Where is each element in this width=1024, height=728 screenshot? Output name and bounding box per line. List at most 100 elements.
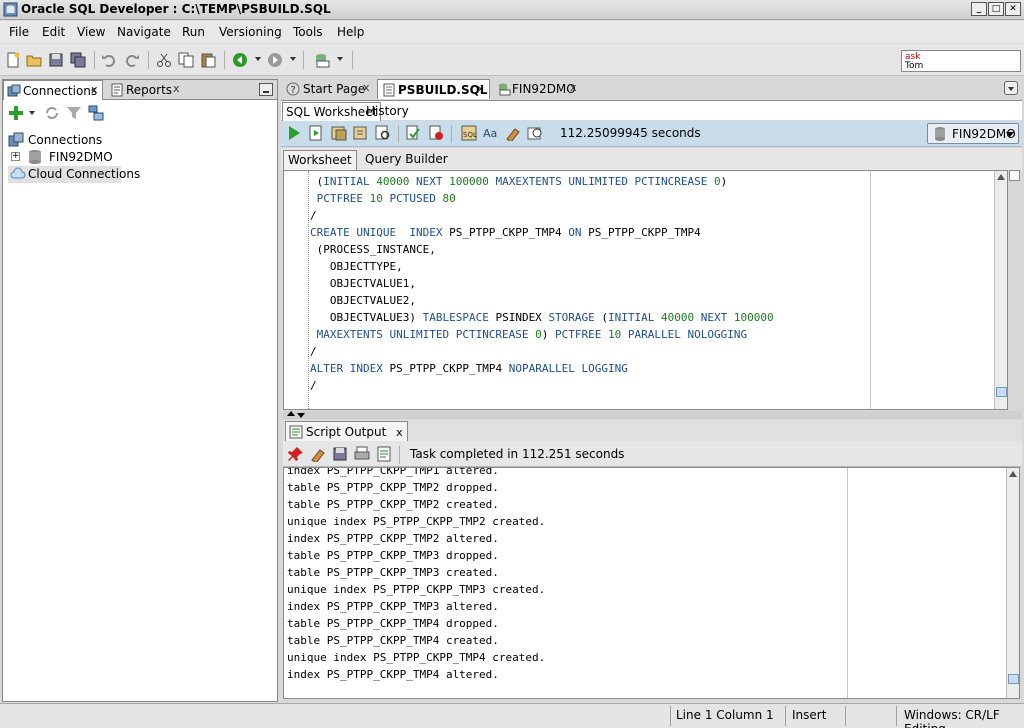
scrollbar-thumb[interactable] [996, 387, 1007, 397]
menu-tools[interactable]: Tools [293, 25, 323, 39]
to-upper-lower-icon[interactable]: Aa [483, 125, 499, 141]
sql-worksheet-icon[interactable] [314, 52, 330, 68]
tab-connections[interactable]: Connections x [3, 80, 103, 100]
sql-keyword: PCTUSED [389, 192, 436, 205]
explain-plan-icon[interactable] [353, 125, 369, 141]
sql-text: ( [310, 175, 324, 188]
tab-worksheet[interactable]: Worksheet [283, 150, 357, 170]
schema-browser-icon[interactable] [88, 105, 104, 121]
script-output-area[interactable]: index PS_PTPP_CKPP_TMP1 altered. table PS… [283, 467, 1020, 699]
maximize-button[interactable]: □ [988, 2, 1004, 16]
new-file-icon[interactable] [5, 52, 21, 68]
sql-editor[interactable]: (INITIAL 40000 NEXT 100000 MAXEXTENTS UN… [283, 170, 1008, 410]
minimize-panel-button[interactable] [259, 83, 273, 96]
status-divider [785, 706, 786, 726]
undo-icon[interactable] [101, 52, 117, 68]
search-box[interactable]: ask Tom [901, 50, 1021, 72]
filter-icon[interactable] [66, 105, 82, 121]
close-icon[interactable]: x [396, 426, 403, 439]
print-icon[interactable] [354, 446, 370, 462]
add-connection-dropdown-arrow[interactable] [29, 111, 35, 115]
sql-tuning-icon[interactable] [375, 125, 391, 141]
close-icon[interactable]: x [173, 82, 180, 95]
editor-scrollbar[interactable] [994, 171, 1007, 409]
save-output-icon[interactable] [332, 446, 348, 462]
menu-navigate[interactable]: Navigate [117, 25, 171, 39]
code-line: MAXEXTENTS UNLIMITED PCTINCREASE 0) PCTF… [310, 326, 774, 343]
scroll-up-icon[interactable] [997, 174, 1005, 180]
expand-icon[interactable]: + [11, 152, 20, 161]
run-script-icon[interactable] [308, 125, 324, 141]
close-icon[interactable]: x [363, 81, 370, 94]
chevron-down-icon[interactable] [297, 413, 305, 418]
editor-output-splitter[interactable] [283, 411, 1022, 419]
chevron-down-icon [1006, 132, 1014, 137]
redo-icon[interactable] [124, 52, 140, 68]
menu-file[interactable]: File [9, 25, 29, 39]
autotrace-icon[interactable] [331, 125, 347, 141]
sql-text: (PROCESS_INSTANCE, [310, 243, 436, 256]
sql-file-icon [383, 83, 395, 97]
tree-label: Connections [28, 133, 103, 147]
forward-icon[interactable] [267, 52, 283, 68]
cut-icon[interactable] [156, 52, 172, 68]
rollback-icon[interactable] [428, 125, 444, 141]
tab-start-page[interactable]: ? Start Page x [283, 79, 373, 99]
sql-keyword: MAXEXTENTS UNLIMITED PCTINCREASE [495, 175, 708, 188]
view-output-icon[interactable] [376, 446, 392, 462]
back-icon[interactable] [232, 52, 248, 68]
save-all-icon[interactable] [70, 52, 86, 68]
sql-keyword: NEXT [700, 311, 728, 324]
menu-view[interactable]: View [77, 25, 105, 39]
chevron-up-icon[interactable] [287, 411, 295, 416]
code-line: (INITIAL 40000 NEXT 100000 MAXEXTENTS UN… [310, 173, 774, 190]
sql-number: 40000 [661, 311, 695, 324]
worksheet-subtabs: SQL Worksheet History [281, 100, 1022, 121]
connection-selector[interactable]: FIN92DMO [927, 123, 1019, 144]
clear-icon[interactable] [505, 125, 521, 141]
tab-list-dropdown-button[interactable] [1004, 81, 1018, 95]
tree-cloud-connections[interactable]: Cloud Connections [8, 166, 140, 183]
close-icon[interactable]: x [570, 81, 577, 94]
output-line: unique index PS_PTPP_CKPP_TMP3 created. [287, 583, 546, 596]
monitor-icon[interactable] [527, 125, 543, 141]
save-icon[interactable] [48, 52, 64, 68]
scroll-up-icon[interactable] [1009, 471, 1017, 477]
close-button[interactable]: ✕ [1005, 2, 1021, 16]
add-connection-icon[interactable] [8, 105, 24, 121]
sql-worksheet-dropdown-arrow[interactable] [337, 57, 343, 61]
menu-edit[interactable]: Edit [42, 25, 65, 39]
run-statement-icon[interactable] [286, 125, 302, 141]
minimize-button[interactable]: _ [971, 2, 987, 16]
clear-output-icon[interactable] [310, 446, 326, 462]
menu-help[interactable]: Help [337, 25, 364, 39]
forward-dropdown-arrow[interactable] [290, 57, 296, 61]
pin-icon[interactable] [288, 446, 304, 462]
close-icon[interactable]: x [91, 83, 98, 96]
cloud-icon [10, 167, 26, 179]
output-line: table PS_PTPP_CKPP_TMP2 created. [287, 498, 499, 511]
output-scrollbar[interactable] [1006, 468, 1019, 698]
scrollbar-thumb[interactable] [1008, 674, 1019, 684]
sql-history-icon[interactable]: SQL [461, 125, 477, 141]
tab-history[interactable]: History [363, 102, 412, 121]
tab-script-output[interactable]: Script Output x [285, 421, 408, 441]
sql-keyword: PCTFREE [555, 328, 602, 341]
insert-mode[interactable]: Insert [792, 708, 826, 722]
commit-icon[interactable] [405, 125, 421, 141]
refresh-icon[interactable] [44, 105, 60, 121]
menu-versioning[interactable]: Versioning [219, 25, 282, 39]
close-icon[interactable]: x [477, 82, 484, 95]
svg-text:SQL: SQL [463, 131, 477, 139]
copy-icon[interactable] [178, 52, 194, 68]
sql-keyword: NOPARALLEL LOGGING [508, 362, 628, 375]
menu-run[interactable]: Run [182, 25, 205, 39]
tab-fin92dmo[interactable]: FIN92DMO x [494, 79, 584, 99]
tab-reports[interactable]: Reports x [107, 80, 187, 100]
sql-text: PSINDEX [488, 311, 549, 324]
tab-query-builder[interactable]: Query Builder [361, 150, 452, 170]
open-folder-icon[interactable] [26, 52, 42, 68]
tab-psbuild-sql[interactable]: PSBUILD.SQL x [377, 79, 490, 99]
back-dropdown-arrow[interactable] [255, 57, 261, 61]
paste-icon[interactable] [200, 52, 216, 68]
